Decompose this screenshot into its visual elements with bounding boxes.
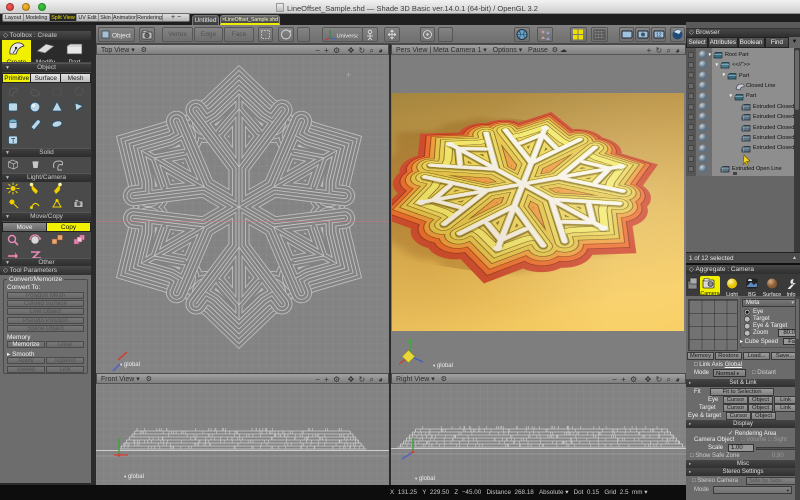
svg-text:12: 12	[656, 33, 662, 39]
svg-text:T: T	[11, 138, 16, 145]
svg-text:Universal: Universal	[337, 34, 359, 40]
svg-text:Object: Object	[112, 33, 131, 40]
